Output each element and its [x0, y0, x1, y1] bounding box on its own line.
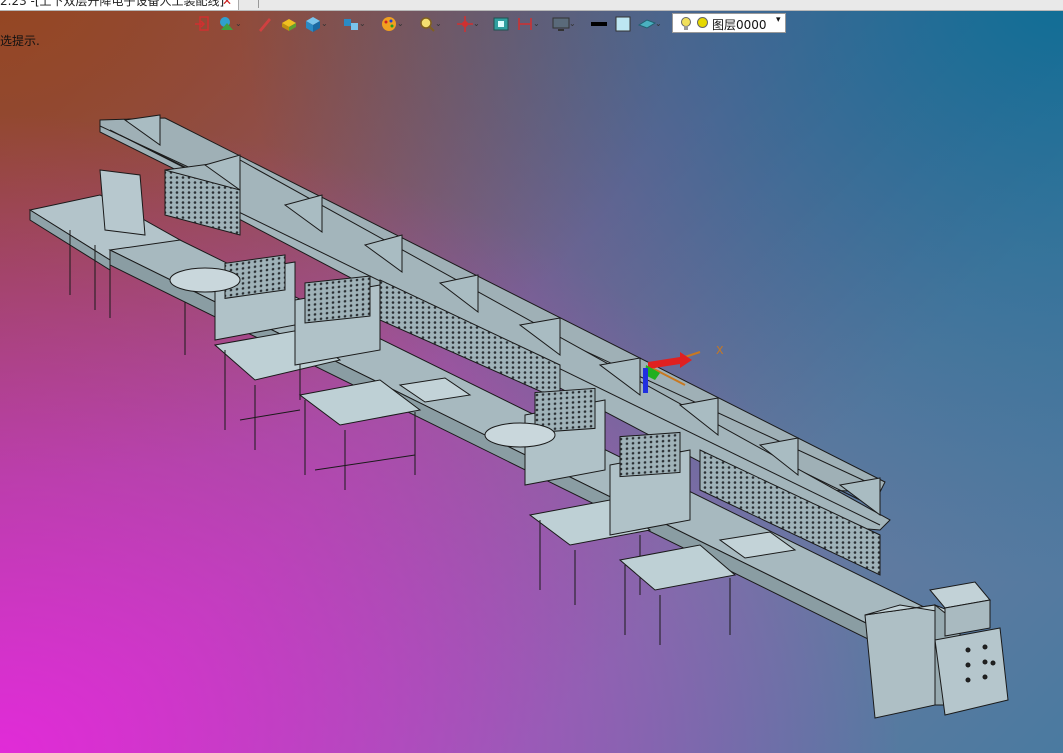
tab-separator: [258, 0, 259, 8]
palette-icon[interactable]: ⌄: [380, 15, 404, 35]
block-yellow-icon[interactable]: [280, 15, 302, 35]
document-tab-title: 2.23 -[上下双层开降电子设备人工装配线]: [0, 0, 225, 8]
chevron-down-icon[interactable]: ▾: [776, 15, 781, 25]
fit-view-icon[interactable]: [492, 15, 514, 35]
fill-color-icon[interactable]: [614, 15, 636, 35]
chevron-down-icon[interactable]: ⌄: [435, 19, 442, 28]
3d-viewport[interactable]: X: [0, 0, 1063, 753]
document-tab[interactable]: 2.23 -[上下双层开降电子设备人工装配线] ✕: [0, 0, 239, 10]
layer-dropdown[interactable]: 图层0000 ▾: [672, 13, 786, 33]
layer-color-icon[interactable]: [697, 17, 708, 28]
line-color-icon[interactable]: [590, 15, 612, 35]
chevron-down-icon[interactable]: ⌄: [473, 19, 480, 28]
multi-cube-icon[interactable]: ⌄: [342, 15, 366, 35]
chevron-down-icon[interactable]: ⌄: [655, 19, 662, 28]
exit-icon[interactable]: [194, 15, 216, 35]
close-tab-icon[interactable]: ✕: [222, 0, 232, 8]
monitor-icon[interactable]: ⌄: [552, 15, 576, 35]
chevron-down-icon[interactable]: ⌄: [359, 19, 366, 28]
status-hint: 选提示.: [0, 34, 40, 48]
pen-icon[interactable]: [256, 15, 278, 35]
layer-name: 图层0000: [712, 18, 767, 32]
assembly-line-model[interactable]: X: [0, 0, 1063, 753]
axis-x-label: X: [716, 344, 724, 357]
zoom-icon[interactable]: ⌄: [418, 15, 442, 35]
chevron-down-icon[interactable]: ⌄: [533, 19, 540, 28]
lightbulb-icon[interactable]: [679, 16, 693, 32]
document-tab-bar: 2.23 -[上下双层开降电子设备人工装配线] ✕: [0, 0, 1063, 11]
scene-render-icon[interactable]: ⌄: [218, 15, 242, 35]
chevron-down-icon[interactable]: ⌄: [235, 19, 242, 28]
chevron-down-icon[interactable]: ⌄: [321, 19, 328, 28]
dimension-icon[interactable]: ⌄: [516, 15, 540, 35]
chevron-down-icon[interactable]: ⌄: [569, 19, 576, 28]
chevron-down-icon[interactable]: ⌄: [397, 19, 404, 28]
view-toolbar: ⌄ ⌄ ⌄ ⌄ ⌄ ⌄ ⌄ ⌄ ⌄: [192, 13, 672, 35]
cube-icon[interactable]: ⌄: [304, 15, 328, 35]
pivot-icon[interactable]: ⌄: [456, 15, 480, 35]
surface-icon[interactable]: ⌄: [638, 15, 662, 35]
